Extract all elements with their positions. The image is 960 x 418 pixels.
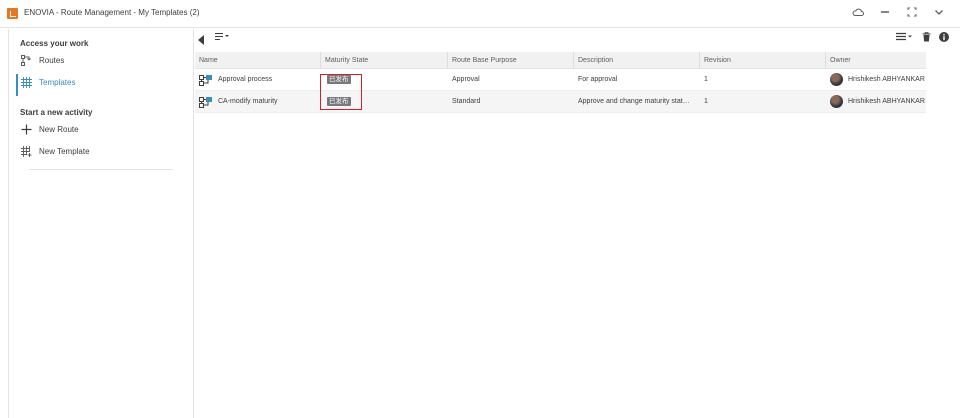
- route-template-icon: [199, 74, 212, 86]
- name-cell: CA-modify maturity: [195, 91, 321, 112]
- owner-cell: Hrishikesh ABHYANKAR: [826, 69, 926, 90]
- window-title: ENOVIA - Route Management - My Templates…: [24, 8, 200, 17]
- owner-name: Hrishikesh ABHYANKAR: [848, 97, 925, 105]
- new-template-icon: [21, 145, 32, 157]
- avatar: [830, 73, 843, 86]
- avatar: [830, 95, 843, 108]
- trash-icon[interactable]: [922, 32, 931, 46]
- table-row[interactable]: Approval process 已发布 Approval For approv…: [195, 69, 926, 91]
- main-content: Name Maturity State Route Base Purpose D…: [195, 29, 960, 418]
- column-header[interactable]: Route Base Purpose: [448, 52, 574, 68]
- maturity-cell: 已发布: [321, 69, 448, 90]
- template-name: Approval process: [218, 75, 273, 83]
- description-cell: For approval: [578, 75, 618, 83]
- collapse-panel-icon[interactable]: [198, 35, 204, 45]
- column-header[interactable]: Name: [195, 52, 321, 68]
- new-route-label: New Route: [39, 124, 79, 134]
- template-name: CA-modify maturity: [218, 97, 278, 105]
- revision-cell: 1: [704, 75, 708, 83]
- column-header[interactable]: Description: [574, 52, 700, 68]
- new-route-button[interactable]: New Route: [21, 121, 79, 137]
- activity-heading: Start a new activity: [20, 108, 93, 117]
- plus-icon: [21, 124, 32, 135]
- owner-cell: Hrishikesh ABHYANKAR: [826, 91, 926, 112]
- maturity-cell: 已发布: [321, 91, 448, 112]
- purpose-cell: Approval: [452, 75, 480, 83]
- minimize-icon[interactable]: [876, 5, 894, 23]
- column-header[interactable]: Owner: [826, 52, 926, 68]
- owner-name: Hrishikesh ABHYANKAR: [848, 75, 925, 83]
- left-panel: Access your work Routes Templates Start …: [8, 29, 194, 418]
- sidebar-divider: [29, 169, 173, 170]
- table-header: Name Maturity State Route Base Purpose D…: [195, 52, 926, 69]
- cloud-icon[interactable]: [849, 5, 867, 23]
- sidebar-item-label: Templates: [39, 77, 76, 87]
- sort-options-icon[interactable]: [215, 32, 229, 46]
- sidebar-item-templates[interactable]: Templates: [21, 74, 75, 90]
- route-template-icon: [199, 96, 212, 108]
- chevron-down-icon[interactable]: [930, 5, 948, 23]
- new-template-button[interactable]: New Template: [21, 143, 90, 159]
- status-badge: 已发布: [327, 97, 351, 106]
- fullscreen-icon[interactable]: [903, 5, 921, 23]
- enovia-app-icon: [7, 8, 18, 19]
- view-list-icon[interactable]: [896, 32, 912, 46]
- content-toolbar: [195, 29, 960, 52]
- sidebar-item-routes[interactable]: Routes: [21, 52, 64, 68]
- routes-icon: [21, 54, 32, 66]
- new-template-label: New Template: [39, 146, 90, 156]
- app-window: ENOVIA - Route Management - My Templates…: [0, 0, 960, 418]
- purpose-cell: Standard: [452, 97, 481, 105]
- info-icon[interactable]: [939, 32, 949, 46]
- templates-grid-icon: [21, 76, 32, 88]
- title-bar: ENOVIA - Route Management - My Templates…: [0, 0, 960, 28]
- revision-cell: 1: [704, 97, 708, 105]
- active-indicator: [16, 74, 18, 96]
- table-row[interactable]: CA-modify maturity 已发布 Standard Approve …: [195, 91, 926, 113]
- name-cell: Approval process: [195, 69, 321, 90]
- access-heading: Access your work: [20, 39, 89, 48]
- description-cell: Approve and change maturity stat…: [578, 97, 690, 105]
- sidebar-item-label: Routes: [39, 55, 65, 65]
- templates-table: Name Maturity State Route Base Purpose D…: [195, 52, 926, 113]
- status-badge: 已发布: [327, 75, 351, 84]
- column-header[interactable]: Maturity State: [321, 52, 448, 68]
- column-header[interactable]: Revision: [700, 52, 826, 68]
